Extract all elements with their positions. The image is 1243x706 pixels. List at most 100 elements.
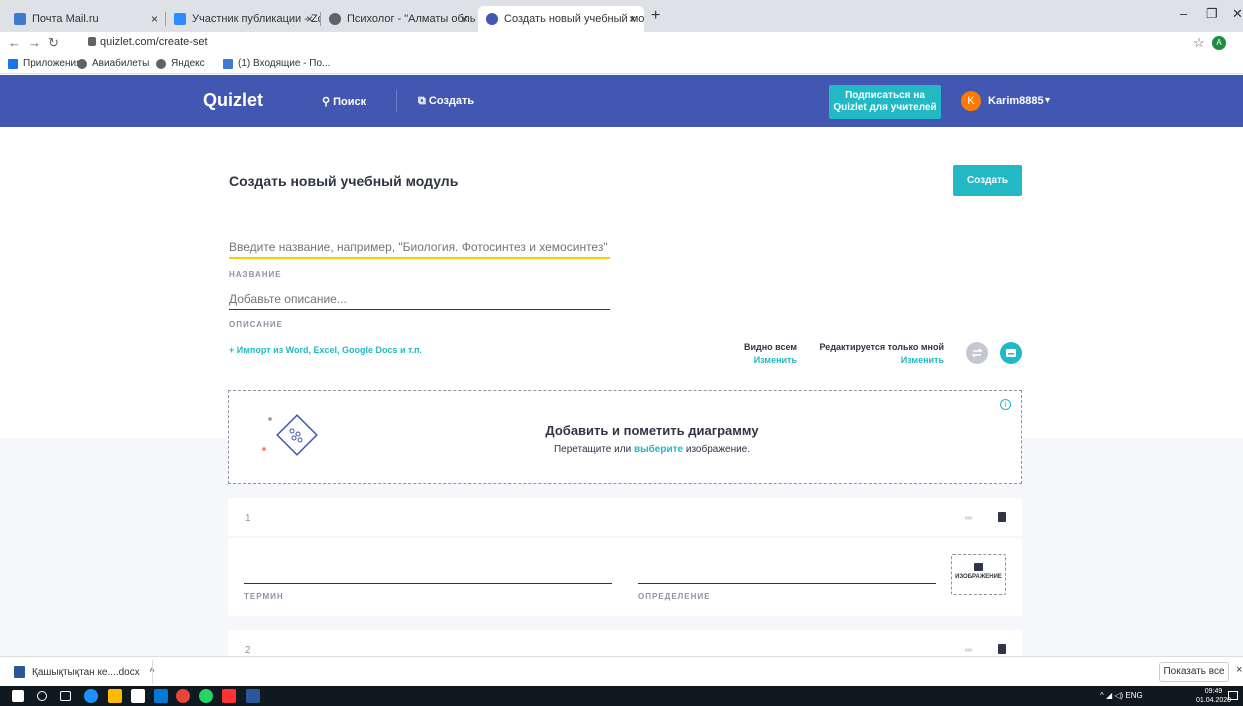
bookmark-apps[interactable]: Приложения xyxy=(8,58,82,69)
avatar[interactable]: K xyxy=(961,91,981,111)
notification-icon[interactable] xyxy=(1228,691,1238,700)
diagram-subtitle: Перетащите или выберите изображение. xyxy=(229,444,1021,455)
store-icon[interactable] xyxy=(131,689,145,703)
definition-input[interactable] xyxy=(638,583,936,584)
tab-zoom[interactable]: Участник публикации - Zoom × xyxy=(166,6,321,32)
search-icon[interactable] xyxy=(37,691,47,701)
create-icon: ⧉ xyxy=(418,95,429,107)
quizlet-logo[interactable]: Quizlet xyxy=(203,90,263,111)
bookmark-inbox[interactable]: (1) Входящие - По... xyxy=(223,58,330,69)
close-icon[interactable]: × xyxy=(306,12,313,26)
reload-icon[interactable]: ↻ xyxy=(48,35,59,51)
task-view-icon[interactable] xyxy=(60,691,71,701)
profile-avatar[interactable]: A xyxy=(1212,36,1226,50)
close-icon[interactable]: × xyxy=(1236,664,1242,676)
add-image-button[interactable]: ИЗОБРАЖЕНИЕ xyxy=(951,554,1006,595)
windows-start-icon[interactable] xyxy=(12,690,24,702)
choose-image-link[interactable]: выберите xyxy=(634,444,683,455)
bookmarks-bar: Приложения Авиабилеты Яндекс (1) Входящи… xyxy=(0,54,1243,74)
description-label: ОПИСАНИЕ xyxy=(229,320,283,329)
download-filename: Қашықтықтан ке....docx xyxy=(32,666,140,678)
mail-icon[interactable] xyxy=(154,689,168,703)
card-header: 1 ═ xyxy=(228,498,1022,538)
clock-date: 01.04.2020 xyxy=(1196,697,1232,704)
close-icon[interactable]: × xyxy=(629,12,636,26)
create-menu-button[interactable]: ⧉ Создать xyxy=(418,95,474,108)
star-icon[interactable]: ☆ xyxy=(1193,35,1205,51)
term-card: 1 ═ ТЕРМИН ОПРЕДЕЛЕНИЕ ИЗОБРАЖЕНИЕ xyxy=(228,498,1022,616)
clock-time: 09:49 xyxy=(1204,688,1223,695)
windows-taskbar: ^ ◢ ◁) ENG 09:49 01.04.2020 xyxy=(0,686,1243,706)
download-item[interactable]: Қашықтықтан ке....docx ^ xyxy=(14,666,154,678)
search-icon: ⚲ xyxy=(322,96,334,108)
description-input[interactable] xyxy=(229,288,610,310)
word-icon[interactable] xyxy=(246,689,260,703)
maximize-icon[interactable]: ❐ xyxy=(1206,6,1218,22)
tab-quizlet[interactable]: Создать новый учебный моду... × xyxy=(478,6,644,32)
search-label: Поиск xyxy=(333,96,367,108)
yandex-icon[interactable] xyxy=(222,689,236,703)
title-input[interactable] xyxy=(229,237,610,259)
import-link[interactable]: + Импорт из Word, Excel, Google Docs и т… xyxy=(229,345,422,355)
teachers-subscribe-button[interactable]: Подписаться на Quizlet для учителей xyxy=(829,85,941,119)
browser-tab-bar: Почта Mail.ru × Участник публикации - Zo… xyxy=(0,0,1243,32)
edge-icon[interactable] xyxy=(84,689,98,703)
trash-icon[interactable] xyxy=(998,512,1006,522)
bookmark-yandex[interactable]: Яндекс xyxy=(156,58,205,69)
close-icon[interactable]: × xyxy=(461,12,468,26)
close-icon[interactable]: × xyxy=(151,12,158,26)
tab-psychologist[interactable]: Психолог - "Алматы облыстық ... × xyxy=(321,6,476,32)
edit-change-link[interactable]: Изменить xyxy=(808,355,944,365)
trash-icon[interactable] xyxy=(998,644,1006,654)
globe-icon xyxy=(156,58,166,69)
term-input[interactable] xyxy=(244,583,612,584)
diagram-title: Добавить и пометить диаграмму xyxy=(545,423,759,438)
swap-icon[interactable] xyxy=(966,342,988,364)
drag-handle-icon[interactable]: ═ xyxy=(965,645,972,656)
globe-icon xyxy=(329,13,341,25)
bookmark-label: Приложения xyxy=(23,58,82,69)
bookmark-flights[interactable]: Авиабилеты xyxy=(77,58,149,69)
chrome-icon[interactable] xyxy=(176,689,190,703)
diagram-icon xyxy=(262,414,318,456)
minimize-icon[interactable]: – xyxy=(1180,6,1187,21)
show-all-downloads-button[interactable]: Показать все xyxy=(1159,662,1229,682)
visibility-change-link[interactable]: Изменить xyxy=(720,355,797,365)
back-icon[interactable]: ← xyxy=(8,35,21,50)
card-number: 1 xyxy=(245,513,251,524)
username[interactable]: Karim8885 xyxy=(988,95,1044,107)
mail-icon xyxy=(223,58,233,69)
downloads-bar: Қашықтықтан ке....docx ^ Показать все × xyxy=(0,656,1243,686)
whatsapp-icon[interactable] xyxy=(199,689,213,703)
search-button[interactable]: ⚲ Поиск xyxy=(322,95,366,108)
tab-mail[interactable]: Почта Mail.ru × xyxy=(6,6,166,32)
forward-icon[interactable]: → xyxy=(28,35,41,50)
mail-icon xyxy=(14,13,26,25)
site-header: Quizlet ⚲ Поиск ⧉ Создать Подписаться на… xyxy=(0,75,1243,127)
drag-handle-icon[interactable]: ═ xyxy=(965,513,972,524)
keyboard-icon[interactable] xyxy=(1000,342,1022,364)
language-indicator[interactable]: ENG xyxy=(1125,691,1142,700)
create-button[interactable]: Создать xyxy=(953,165,1022,196)
window-close-icon[interactable]: ✕ xyxy=(1232,6,1243,22)
create-label: Создать xyxy=(428,95,475,107)
visibility-title: Видно всем xyxy=(743,342,797,352)
url-field[interactable]: quizlet.com/create-set xyxy=(100,36,208,48)
system-tray[interactable]: ^ ◢ ◁) ENG xyxy=(1100,691,1143,700)
word-file-icon xyxy=(14,666,25,678)
file-explorer-icon[interactable] xyxy=(108,689,122,703)
definition-label: ОПРЕДЕЛЕНИЕ xyxy=(638,592,711,601)
zoom-icon xyxy=(174,13,186,25)
diagram-dropzone[interactable]: Добавить и пометить диаграмму Перетащите… xyxy=(228,390,1022,484)
info-icon[interactable]: i xyxy=(1000,399,1011,410)
globe-icon xyxy=(77,58,87,69)
downloads-separator xyxy=(152,660,153,684)
diagram-subtitle-text: Перетащите или xyxy=(553,444,634,455)
bookmark-label: Авиабилеты xyxy=(92,58,150,69)
new-tab-button[interactable]: + xyxy=(651,7,660,25)
chevron-down-icon[interactable]: ▾ xyxy=(1045,95,1050,106)
tab-label: Создать новый учебный моду... xyxy=(504,13,644,25)
clock[interactable]: 09:49 01.04.2020 xyxy=(1196,687,1231,705)
tab-label: Психолог - "Алматы облыстық ... xyxy=(347,13,476,25)
image-label: ИЗОБРАЖЕНИЕ xyxy=(955,574,1002,580)
